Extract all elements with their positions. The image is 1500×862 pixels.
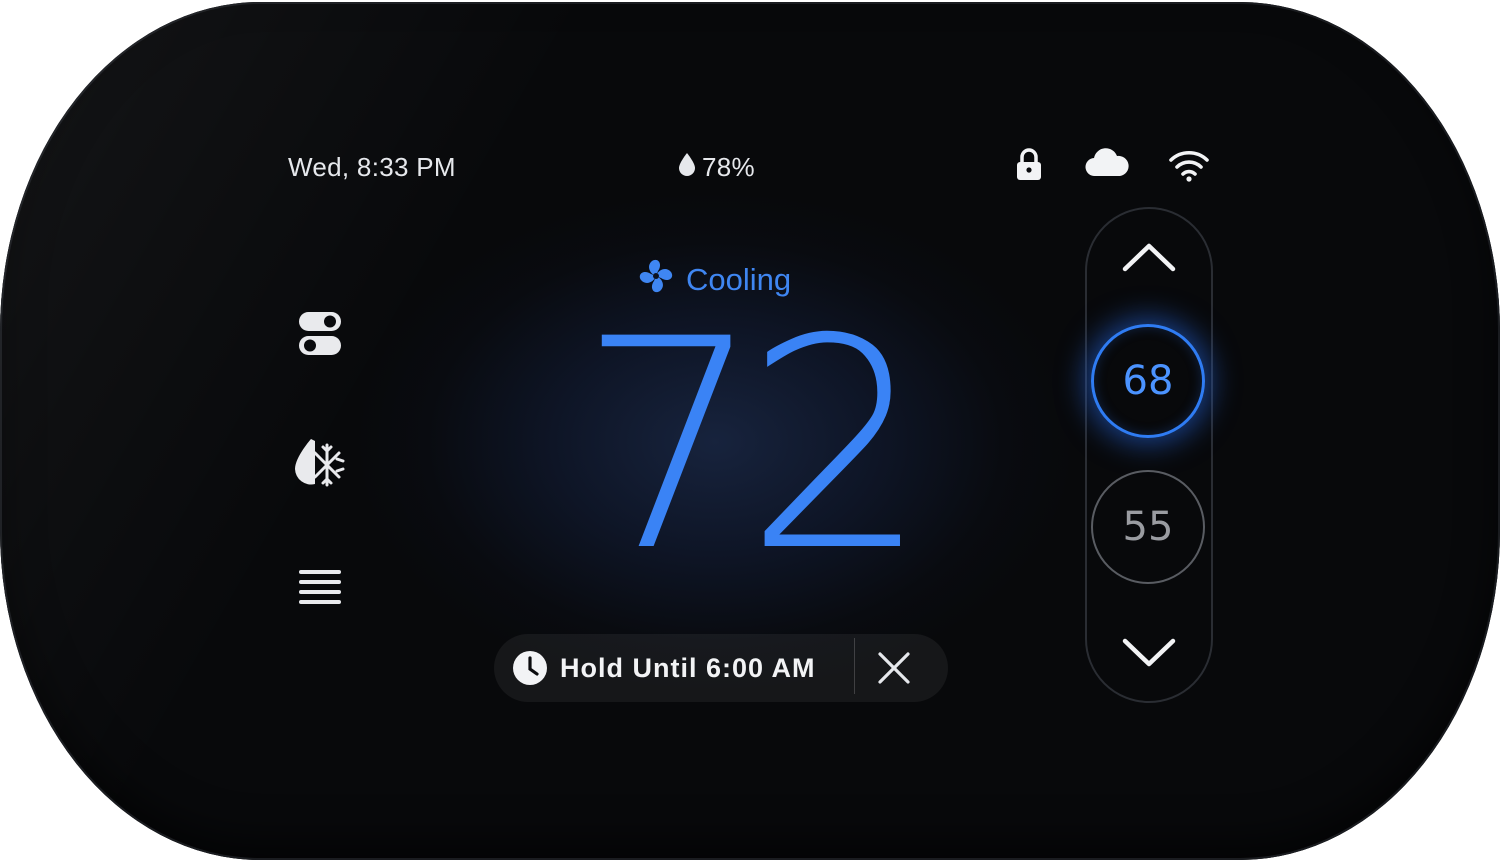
- lock-icon[interactable]: [1014, 148, 1050, 184]
- clock-icon: [512, 650, 548, 686]
- cloud-icon[interactable]: [1084, 148, 1132, 184]
- hold-banner[interactable]: Hold Until 6:00 AM: [494, 634, 948, 702]
- close-icon: [878, 652, 910, 684]
- humidity-indicator: 78%: [678, 152, 755, 183]
- date-time: Wed, 8:33 PM: [288, 152, 456, 182]
- chevron-down-icon: [1122, 638, 1176, 667]
- current-temperature: 72: [578, 278, 929, 615]
- increase-temp-button[interactable]: [1108, 228, 1190, 288]
- toggles-icon[interactable]: [290, 304, 350, 364]
- decrease-temp-button[interactable]: [1108, 622, 1190, 682]
- menu-icon[interactable]: [290, 556, 350, 616]
- status-icons: [1014, 148, 1212, 184]
- cool-setpoint[interactable]: 68: [1091, 324, 1205, 438]
- hold-label: Hold Until 6:00 AM: [560, 652, 816, 683]
- divider: [854, 638, 855, 694]
- wifi-icon[interactable]: [1168, 148, 1212, 184]
- droplet-icon: [678, 152, 696, 183]
- heat-setpoint[interactable]: 55: [1091, 470, 1205, 584]
- chevron-up-icon: [1122, 243, 1176, 272]
- thermostat-device: Wed, 8:33 PM 78% Cooling 72 Hold Until 6…: [0, 2, 1500, 860]
- cancel-hold-button[interactable]: [874, 648, 914, 688]
- humidity-value: 78%: [702, 152, 755, 182]
- cool-heat-mode-icon[interactable]: [290, 432, 350, 492]
